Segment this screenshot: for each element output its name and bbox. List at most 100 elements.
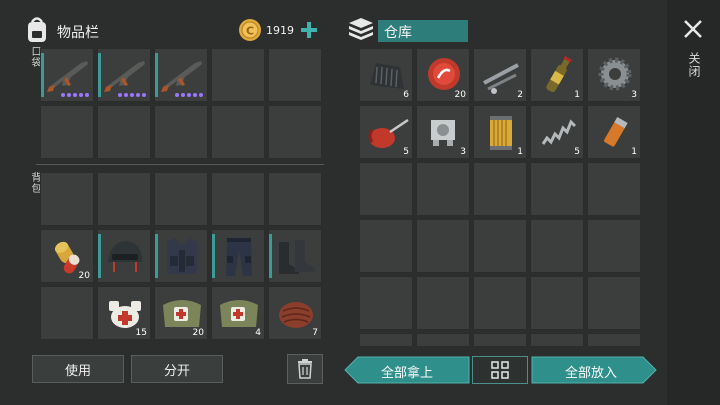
- item-quantity: 6: [403, 90, 409, 100]
- warehouse-slot-23[interactable]: [473, 276, 527, 330]
- backpack-slot-3[interactable]: [154, 172, 208, 226]
- item-quantity: 5: [574, 147, 580, 157]
- svg-text:C: C: [246, 25, 254, 38]
- pants-icon: [226, 238, 252, 276]
- item-quantity: 3: [631, 90, 637, 100]
- rarity-dots: [61, 93, 89, 97]
- trash-button[interactable]: [287, 354, 323, 384]
- item-quantity: 1: [631, 147, 637, 157]
- backpack-slot-11[interactable]: [40, 286, 94, 340]
- take-all-label: 全部拿上: [380, 366, 433, 381]
- warehouse-slot-1[interactable]: 6: [359, 48, 413, 102]
- trash-icon: [298, 359, 312, 379]
- warehouse-slot-16[interactable]: [359, 219, 413, 273]
- pocket-slot-2[interactable]: [97, 48, 151, 102]
- backpack-slot-8[interactable]: [154, 229, 208, 283]
- backpack-slot-1[interactable]: [40, 172, 94, 226]
- item-quantity: 20: [192, 328, 204, 338]
- inventory-title: 物品栏: [57, 25, 99, 41]
- close-label: 关闭: [687, 52, 701, 78]
- item-quantity: 2: [517, 90, 523, 100]
- pocket-slot-5[interactable]: [268, 48, 322, 102]
- backpack-slot-13[interactable]: 20: [154, 286, 208, 340]
- warehouse-slot-9[interactable]: 5: [530, 105, 584, 159]
- item-quantity: 7: [312, 328, 318, 338]
- warehouse-slot-28[interactable]: [473, 333, 527, 347]
- warehouse-slot-29[interactable]: [530, 333, 584, 347]
- warehouse-slot-11[interactable]: [359, 162, 413, 216]
- warehouse-title: 仓库: [384, 25, 412, 41]
- pocket-slot-10[interactable]: [268, 105, 322, 159]
- plus-icon: [301, 22, 317, 38]
- backpack-slot-6[interactable]: 20: [40, 229, 94, 283]
- item-quantity: 1: [517, 147, 523, 157]
- pocket-slot-8[interactable]: [154, 105, 208, 159]
- put-all-label: 全部放入: [564, 366, 617, 381]
- warehouse-slot-25[interactable]: [587, 276, 641, 330]
- close-button[interactable]: 关闭: [680, 16, 708, 86]
- warehouse-slot-8[interactable]: 1: [473, 105, 527, 159]
- warehouse-slot-3[interactable]: 2: [473, 48, 527, 102]
- backpack-slot-5[interactable]: [268, 172, 322, 226]
- item-quantity: 15: [135, 328, 147, 338]
- warehouse-slot-27[interactable]: [416, 333, 470, 347]
- pocket-slot-4[interactable]: [211, 48, 265, 102]
- backpack-slot-2[interactable]: [97, 172, 151, 226]
- put-all-button[interactable]: 全部放入: [531, 356, 657, 384]
- warehouse-slot-30[interactable]: [587, 333, 641, 347]
- close-icon: [684, 20, 702, 38]
- helmet-icon: [108, 241, 142, 272]
- use-button[interactable]: 使用: [32, 355, 124, 383]
- warehouse-slot-19[interactable]: [530, 219, 584, 273]
- take-all-button[interactable]: 全部拿上: [344, 356, 470, 384]
- warehouse-title-bar: 仓库: [378, 20, 468, 42]
- warehouse-slot-18[interactable]: [473, 219, 527, 273]
- warehouse-slot-4[interactable]: 1: [530, 48, 584, 102]
- rarity-dots: [175, 93, 203, 97]
- item-quantity: 3: [460, 147, 466, 157]
- boots-icon: [279, 240, 315, 274]
- warehouse-slot-24[interactable]: [530, 276, 584, 330]
- warehouse-slot-14[interactable]: [530, 162, 584, 216]
- warehouse-slot-22[interactable]: [416, 276, 470, 330]
- backpack-slot-15[interactable]: 7: [268, 286, 322, 340]
- backpack-icon: [24, 14, 50, 44]
- coin-count: 1919: [266, 24, 294, 37]
- warehouse-slot-20[interactable]: [587, 219, 641, 273]
- sort-button[interactable]: [472, 356, 528, 384]
- warehouse-slot-12[interactable]: [416, 162, 470, 216]
- warehouse-slot-21[interactable]: [359, 276, 413, 330]
- warehouse-slot-7[interactable]: 3: [416, 105, 470, 159]
- grid-sort-icon: [491, 361, 509, 379]
- warehouse-slot-5[interactable]: 3: [587, 48, 641, 102]
- split-button[interactable]: 分开: [131, 355, 223, 383]
- warehouse-slot-26[interactable]: [359, 333, 413, 347]
- warehouse-slot-2[interactable]: 20: [416, 48, 470, 102]
- item-quantity: 4: [255, 328, 261, 338]
- warehouse-slot-17[interactable]: [416, 219, 470, 273]
- backpack-slot-14[interactable]: 4: [211, 286, 265, 340]
- pocket-slot-3[interactable]: [154, 48, 208, 102]
- backpack-slot-7[interactable]: [97, 229, 151, 283]
- rarity-dots: [118, 93, 146, 97]
- item-quantity: 20: [78, 271, 90, 281]
- pocket-slot-7[interactable]: [97, 105, 151, 159]
- backpack-slot-10[interactable]: [268, 229, 322, 283]
- add-coins-button[interactable]: [298, 20, 320, 40]
- backpack-slot-12[interactable]: 15: [97, 286, 151, 340]
- pocket-slot-1[interactable]: [40, 48, 94, 102]
- warehouse-slot-6[interactable]: 5: [359, 105, 413, 159]
- warehouse-icon: [346, 16, 376, 42]
- backpack-slot-4[interactable]: [211, 172, 265, 226]
- backpack-slot-9[interactable]: [211, 229, 265, 283]
- warehouse-slot-10[interactable]: 1: [587, 105, 641, 159]
- vest-icon: [167, 238, 197, 274]
- pocket-slot-6[interactable]: [40, 105, 94, 159]
- warehouse-slot-13[interactable]: [473, 162, 527, 216]
- warehouse-slot-15[interactable]: [587, 162, 641, 216]
- item-quantity: 5: [403, 147, 409, 157]
- item-quantity: 1: [574, 90, 580, 100]
- pocket-slot-9[interactable]: [211, 105, 265, 159]
- item-quantity: 20: [454, 90, 466, 100]
- section-divider: [36, 164, 324, 165]
